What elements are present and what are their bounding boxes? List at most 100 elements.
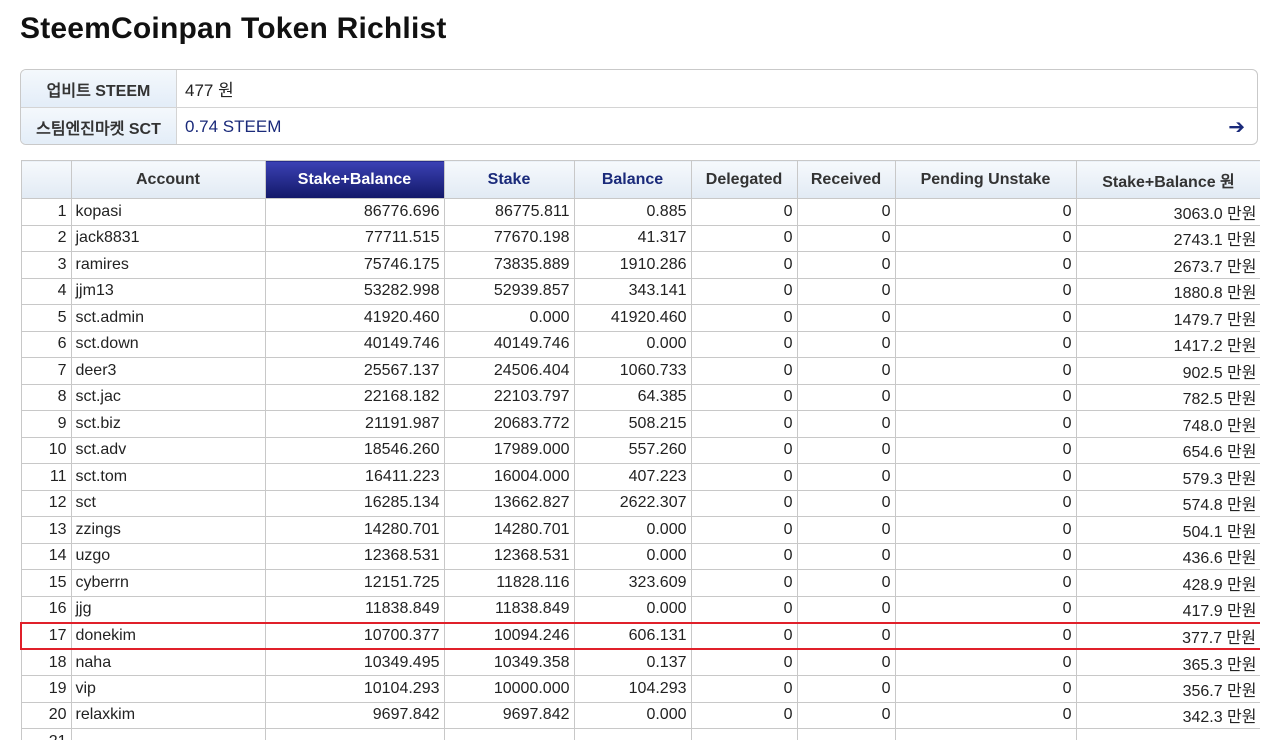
received-cell: 0	[797, 384, 895, 411]
pending-unstake-cell: 0	[895, 676, 1076, 703]
balance-cell: 0.000	[574, 543, 691, 570]
rank-cell: 12	[21, 490, 71, 517]
delegated-cell: 0	[691, 543, 797, 570]
account-cell[interactable]: jack8831	[71, 225, 265, 252]
rank-cell: 8	[21, 384, 71, 411]
delegated-cell: 0	[691, 437, 797, 464]
stake-balance-cell: 40149.746	[265, 331, 444, 358]
krw-value-cell: 365.3 만원	[1076, 649, 1260, 676]
page-title: SteemCoinpan Token Richlist	[20, 12, 447, 46]
account-cell[interactable]: sct.adv	[71, 437, 265, 464]
received-cell: 0	[797, 623, 895, 650]
rank-cell: 21	[21, 729, 71, 740]
stake-balance-cell: 25567.137	[265, 358, 444, 385]
pending-unstake-cell: 0	[895, 517, 1076, 544]
price-label-upbit-steem: 업비트 STEEM	[21, 70, 177, 107]
account-cell[interactable]: sct	[71, 490, 265, 517]
pending-unstake-cell: 0	[895, 490, 1076, 517]
stake-cell: 52939.857	[444, 278, 574, 305]
balance-cell: 1060.733	[574, 358, 691, 385]
header-stake-balance[interactable]: Stake+Balance	[265, 161, 444, 199]
table-row: 13zzings14280.70114280.7010.000000504.1 …	[21, 517, 1260, 544]
account-cell[interactable]: sct.down	[71, 331, 265, 358]
account-cell[interactable]: sct.tom	[71, 464, 265, 491]
price-row-steemengine-sct: 스팀엔진마켓 SCT 0.74 STEEM ➔	[21, 107, 1257, 145]
table-row: 9sct.biz21191.98720683.772508.215000748.…	[21, 411, 1260, 438]
table-row: 8sct.jac22168.18222103.79764.385000782.5…	[21, 384, 1260, 411]
rank-cell: 1	[21, 199, 71, 226]
stake-cell: 11828.116	[444, 570, 574, 597]
pending-unstake-cell: 0	[895, 199, 1076, 226]
delegated-cell: 0	[691, 596, 797, 623]
table-row: 11sct.tom16411.22316004.000407.223000579…	[21, 464, 1260, 491]
table-row: 5sct.admin41920.4600.00041920.4600001479…	[21, 305, 1260, 332]
header-balance[interactable]: Balance	[574, 161, 691, 199]
richlist-body: 1kopasi86776.69686775.8110.8850003063.0 …	[21, 199, 1260, 740]
received-cell: 0	[797, 252, 895, 279]
delegated-cell: 0	[691, 331, 797, 358]
balance-cell: 407.223	[574, 464, 691, 491]
received-cell: 0	[797, 676, 895, 703]
account-cell[interactable]: sct.jac	[71, 384, 265, 411]
pending-unstake-cell: 0	[895, 649, 1076, 676]
table-row: 2jack883177711.51577670.19841.3170002743…	[21, 225, 1260, 252]
header-received: Received	[797, 161, 895, 199]
delegated-cell: 0	[691, 305, 797, 332]
table-row: 18naha10349.49510349.3580.137000365.3 만원	[21, 649, 1260, 676]
stake-balance-cell: 10104.293	[265, 676, 444, 703]
rank-cell: 19	[21, 676, 71, 703]
krw-value-cell: 342.3 만원	[1076, 702, 1260, 729]
price-value-steemengine-sct[interactable]: 0.74 STEEM ➔	[177, 108, 1257, 145]
account-cell[interactable]: zzings	[71, 517, 265, 544]
price-label-steemengine-sct: 스팀엔진마켓 SCT	[21, 108, 177, 145]
rank-cell: 13	[21, 517, 71, 544]
krw-value-cell: 2673.7 만원	[1076, 252, 1260, 279]
account-cell[interactable]: vip	[71, 676, 265, 703]
account-cell[interactable]: sct.biz	[71, 411, 265, 438]
stake-balance-cell: 12368.531	[265, 543, 444, 570]
account-cell[interactable]: donekim	[71, 623, 265, 650]
stake-balance-cell: 21191.987	[265, 411, 444, 438]
stake-cell: 13662.827	[444, 490, 574, 517]
received-cell: 0	[797, 596, 895, 623]
rank-cell: 16	[21, 596, 71, 623]
krw-value-cell: 3063.0 만원	[1076, 199, 1260, 226]
account-cell[interactable]	[71, 729, 265, 740]
price-value-text[interactable]: 0.74 STEEM	[185, 117, 281, 137]
stake-balance-cell: 22168.182	[265, 384, 444, 411]
received-cell: 0	[797, 570, 895, 597]
table-row: 14uzgo12368.53112368.5310.000000436.6 만원	[21, 543, 1260, 570]
delegated-cell: 0	[691, 358, 797, 385]
stake-cell: 24506.404	[444, 358, 574, 385]
account-cell[interactable]: jjm13	[71, 278, 265, 305]
account-cell[interactable]: relaxkim	[71, 702, 265, 729]
delegated-cell	[691, 729, 797, 740]
received-cell: 0	[797, 278, 895, 305]
table-row: 12sct16285.13413662.8272622.307000574.8 …	[21, 490, 1260, 517]
balance-cell: 41920.460	[574, 305, 691, 332]
price-value-upbit-steem: 477 원	[177, 70, 1257, 107]
account-cell[interactable]: uzgo	[71, 543, 265, 570]
received-cell: 0	[797, 225, 895, 252]
stake-cell	[444, 729, 574, 740]
rank-cell: 10	[21, 437, 71, 464]
account-cell[interactable]: deer3	[71, 358, 265, 385]
account-cell[interactable]: kopasi	[71, 199, 265, 226]
header-stake[interactable]: Stake	[444, 161, 574, 199]
table-row: 20relaxkim9697.8429697.8420.000000342.3 …	[21, 702, 1260, 729]
account-cell[interactable]: cyberrn	[71, 570, 265, 597]
krw-value-cell: 902.5 만원	[1076, 358, 1260, 385]
stake-cell: 77670.198	[444, 225, 574, 252]
account-cell[interactable]: ramires	[71, 252, 265, 279]
stake-cell: 10094.246	[444, 623, 574, 650]
krw-value-cell: 1880.8 만원	[1076, 278, 1260, 305]
stake-cell: 11838.849	[444, 596, 574, 623]
account-cell[interactable]: naha	[71, 649, 265, 676]
stake-cell: 17989.000	[444, 437, 574, 464]
received-cell: 0	[797, 649, 895, 676]
arrow-right-icon[interactable]: ➔	[1228, 114, 1245, 139]
header-delegated: Delegated	[691, 161, 797, 199]
account-cell[interactable]: sct.admin	[71, 305, 265, 332]
account-cell[interactable]: jjg	[71, 596, 265, 623]
received-cell: 0	[797, 411, 895, 438]
